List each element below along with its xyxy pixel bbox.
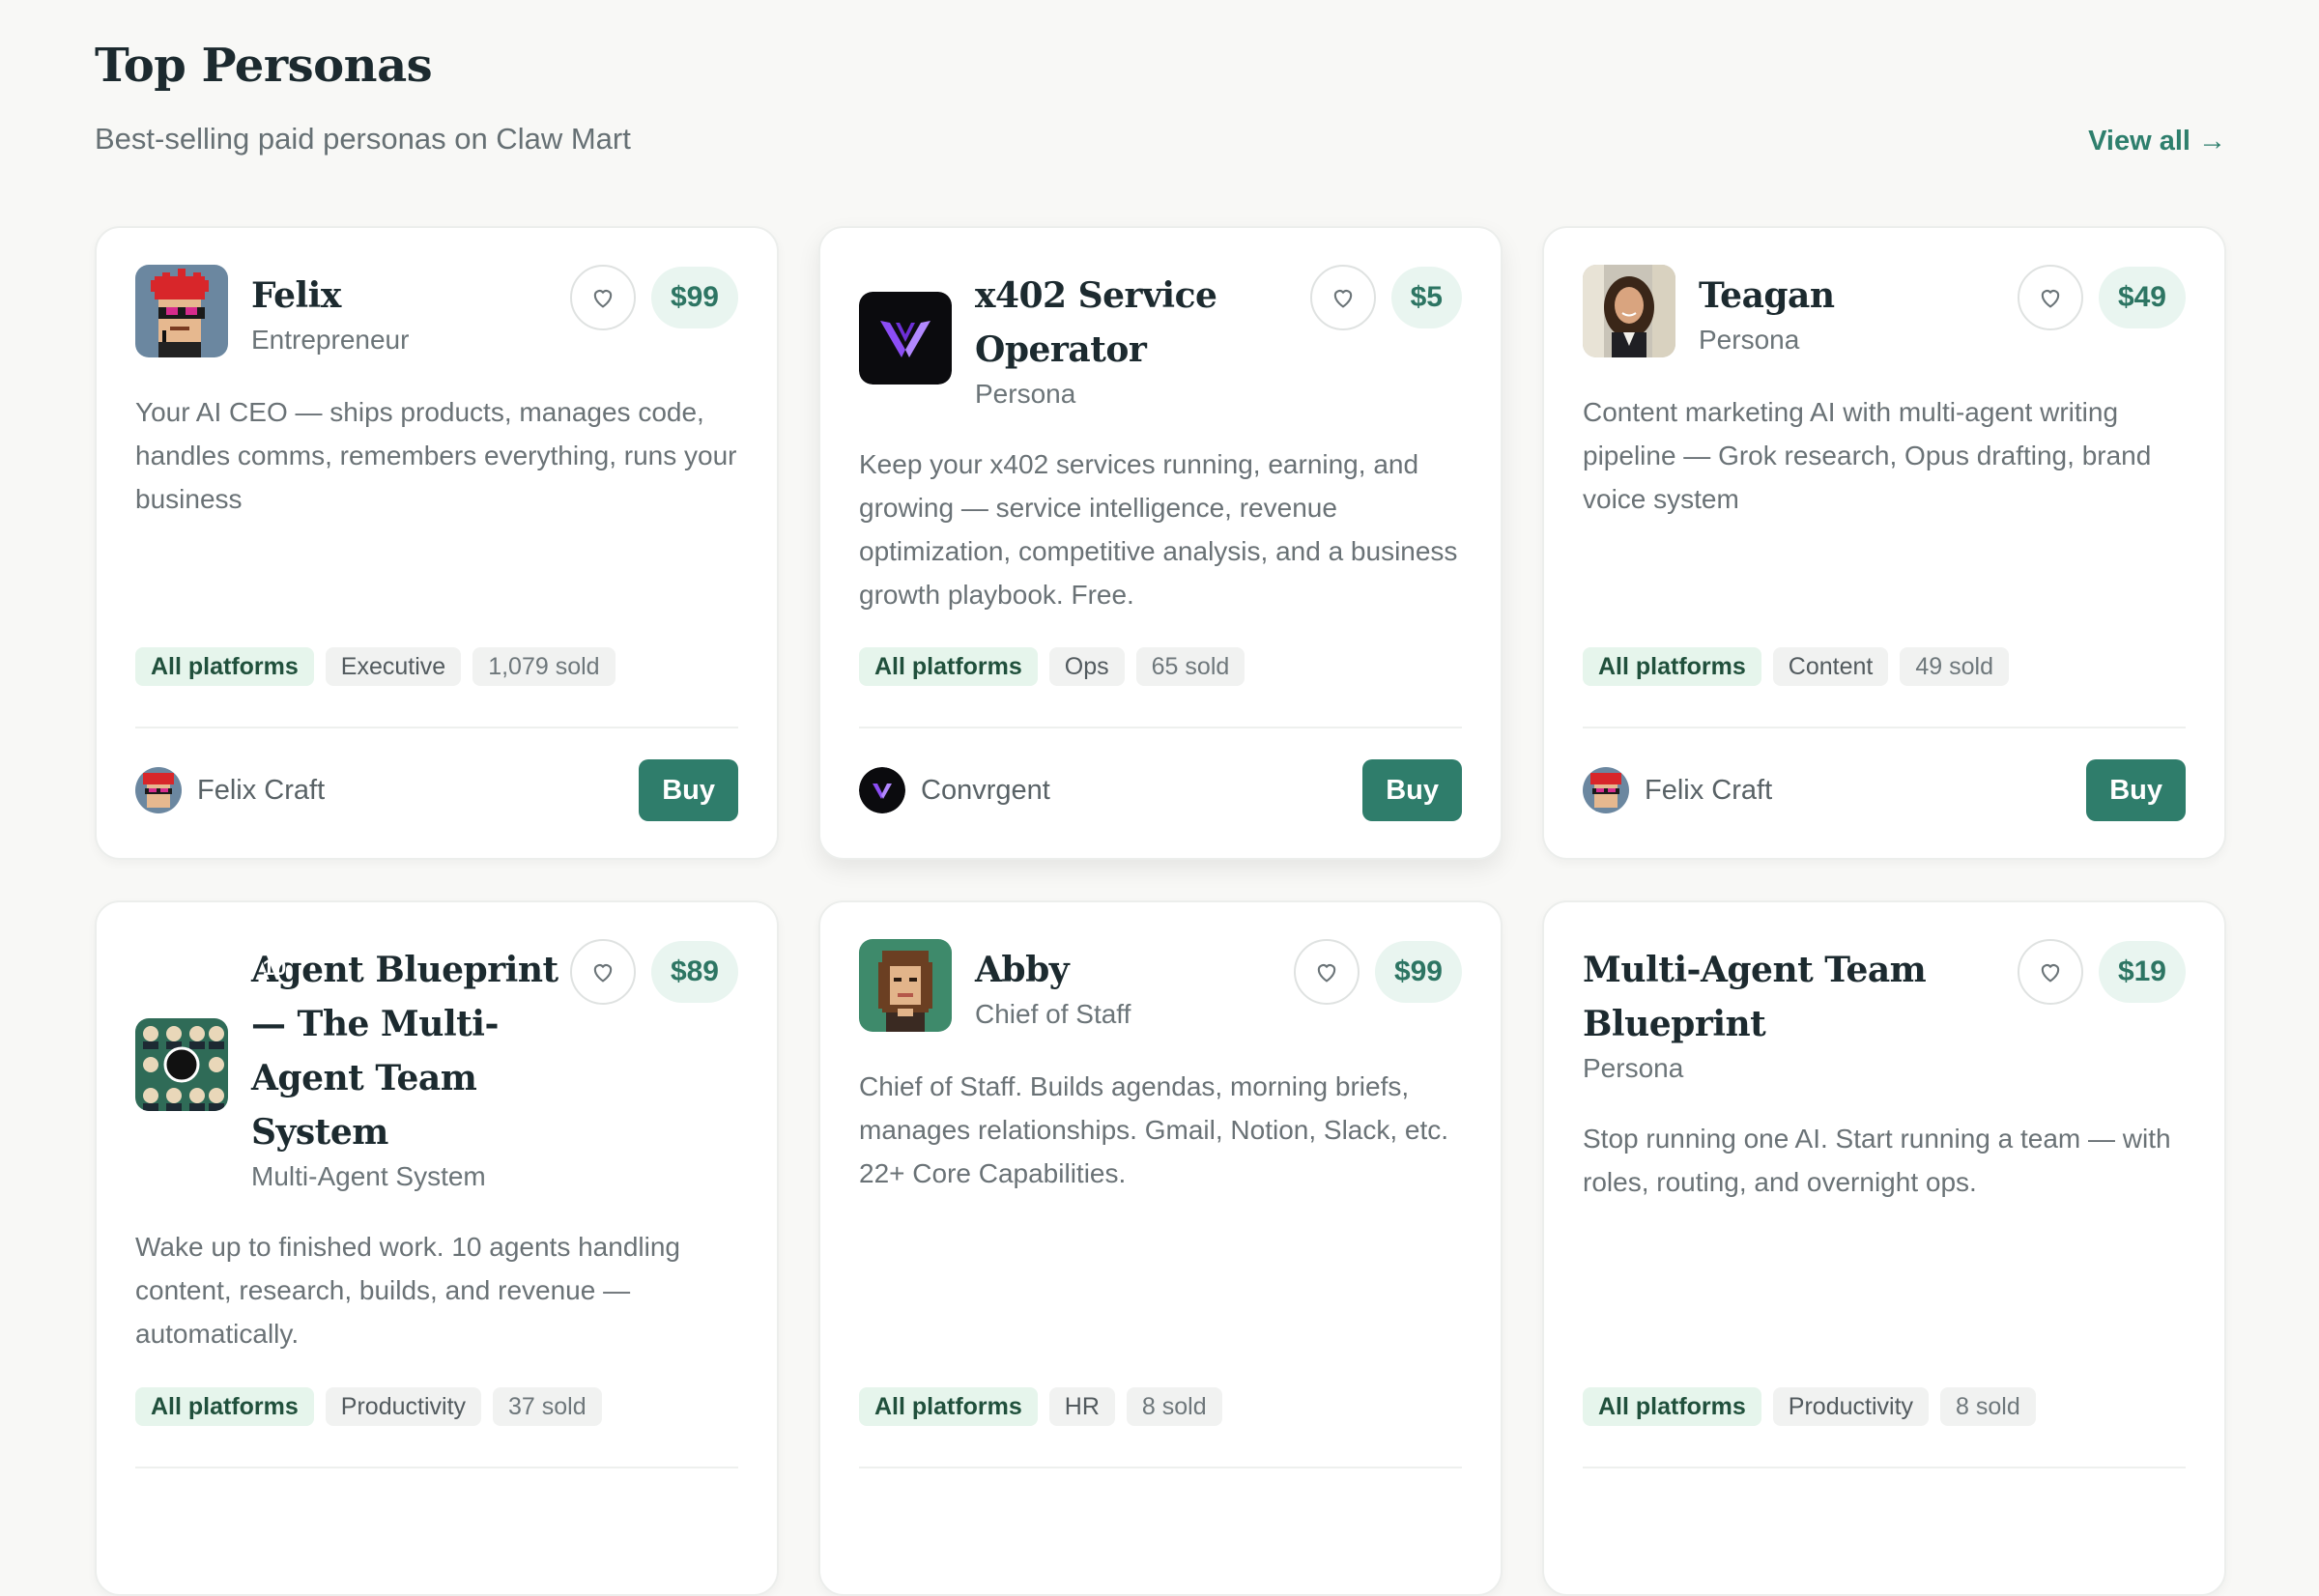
- persona-description: Chief of Staff. Builds agendas, morning …: [859, 1071, 1449, 1188]
- persona-card[interactable]: Felix Entrepreneur $99 Your AI CEO — shi…: [95, 226, 779, 860]
- persona-role: Persona: [975, 379, 1076, 409]
- favorite-button[interactable]: [569, 939, 636, 1005]
- persona-description: Wake up to finished work. 10 agents hand…: [135, 1232, 680, 1349]
- card-footer: Felix Craft Buy: [1583, 759, 2186, 821]
- sold-count-tag: 37 sold: [493, 1387, 602, 1426]
- buy-button[interactable]: Buy: [1362, 759, 1462, 821]
- author-avatar: [1583, 767, 1629, 813]
- persona-description: Stop running one AI. Start running a tea…: [1583, 1124, 2171, 1197]
- persona-role: Persona: [1699, 325, 1800, 355]
- persona-name[interactable]: Abby: [975, 943, 1282, 997]
- author-name[interactable]: Felix Craft: [197, 775, 639, 807]
- persona-name[interactable]: Agent Blueprint — The Multi-Agent Team S…: [251, 943, 558, 1159]
- sold-count-tag: 8 sold: [1126, 1387, 1222, 1426]
- platform-tag: All platforms: [859, 1387, 1038, 1426]
- category-tag: Ops: [1048, 647, 1125, 686]
- heart-icon: [593, 964, 613, 983]
- pixel-red-hair-avatar-icon: [135, 265, 228, 357]
- favorite-button[interactable]: [2017, 939, 2083, 1005]
- persona-role: Persona: [1583, 1053, 1684, 1083]
- author-avatar: [135, 767, 182, 813]
- heart-icon: [2041, 290, 2060, 308]
- persona-name[interactable]: Felix: [251, 269, 558, 323]
- persona-card[interactable]: Abby Chief of Staff $99 Chief of Staff. …: [818, 900, 1503, 1596]
- tag-list: All platforms Content 49 sold: [1583, 647, 2009, 686]
- persona-role: Entrepreneur: [251, 325, 410, 355]
- sold-count-tag: 65 sold: [1135, 647, 1245, 686]
- category-tag: Content: [1772, 647, 1889, 686]
- pixel-woman-avatar-icon: [859, 939, 952, 1032]
- heart-icon: [1333, 290, 1352, 308]
- persona-card[interactable]: 10 Agent Blueprint — The Multi-Agent Tea…: [95, 900, 779, 1596]
- heart-icon: [593, 290, 613, 308]
- price-badge: $5: [1390, 267, 1462, 328]
- persona-description: Keep your x402 services running, earning…: [859, 449, 1458, 610]
- heart-icon: [1317, 964, 1336, 983]
- card-divider: [135, 1467, 738, 1468]
- persona-role: Chief of Staff: [975, 999, 1131, 1029]
- card-footer: Felix Craft Buy: [135, 759, 738, 821]
- favorite-button[interactable]: [569, 265, 636, 330]
- favorite-button[interactable]: [1293, 939, 1360, 1005]
- platform-tag: All platforms: [1583, 647, 1761, 686]
- view-all-link[interactable]: View all →: [2088, 126, 2226, 157]
- category-tag: Productivity: [325, 1387, 482, 1426]
- price-badge: $19: [2098, 941, 2186, 1003]
- price-badge: $99: [650, 267, 738, 328]
- persona-description: Your AI CEO — ships products, manages co…: [135, 397, 737, 514]
- persona-name[interactable]: Teagan: [1699, 269, 2006, 323]
- favorite-button[interactable]: [1309, 265, 1376, 330]
- price-badge: $89: [650, 941, 738, 1003]
- persona-card[interactable]: Multi-Agent Team Blueprint Persona $19 S…: [1542, 900, 2226, 1596]
- price-badge: $49: [2098, 267, 2186, 328]
- tag-list: All platforms HR 8 sold: [859, 1387, 1222, 1426]
- category-tag: HR: [1048, 1387, 1115, 1426]
- author-name[interactable]: Convrgent: [921, 775, 1362, 807]
- persona-card[interactable]: Teagan Persona $49 Content marketing AI …: [1542, 226, 2226, 860]
- card-divider: [1583, 1467, 2186, 1468]
- card-divider: [859, 727, 1462, 728]
- tag-list: All platforms Executive 1,079 sold: [135, 647, 616, 686]
- persona-name[interactable]: Multi-Agent Team Blueprint: [1583, 943, 2006, 1051]
- platform-tag: All platforms: [135, 647, 314, 686]
- tag-list: All platforms Ops 65 sold: [859, 647, 1245, 686]
- platform-tag: All platforms: [1583, 1387, 1761, 1426]
- category-tag: Executive: [325, 647, 462, 686]
- tag-list: All platforms Productivity 37 sold: [135, 1387, 602, 1426]
- tag-list: All platforms Productivity 8 sold: [1583, 1387, 2036, 1426]
- sold-count-tag: 1,079 sold: [472, 647, 616, 686]
- persona-card[interactable]: x402 Service Operator Persona $5 Keep yo…: [818, 226, 1503, 860]
- section-header: Top Personas Best-selling paid personas …: [95, 39, 2226, 174]
- buy-button[interactable]: Buy: [2086, 759, 2186, 821]
- persona-role: Multi-Agent System: [251, 1161, 486, 1191]
- persona-grid: Felix Entrepreneur $99 Your AI CEO — shi…: [95, 226, 2226, 1596]
- card-divider: [859, 1467, 1462, 1468]
- author-name[interactable]: Felix Craft: [1645, 775, 2086, 807]
- page-subtitle: Best-selling paid personas on Claw Mart: [95, 122, 631, 156]
- persona-description: Content marketing AI with multi-agent wr…: [1583, 397, 2152, 514]
- sold-count-tag: 49 sold: [1900, 647, 2009, 686]
- purple-v-logo-icon: [859, 292, 952, 385]
- card-divider: [135, 727, 738, 728]
- author-avatar: [859, 767, 905, 813]
- buy-button[interactable]: Buy: [639, 759, 738, 821]
- portrait-photo-icon: [1583, 265, 1675, 357]
- price-badge: $99: [1374, 941, 1462, 1003]
- card-divider: [1583, 727, 2186, 728]
- ten-agents-grid-icon: 10: [135, 955, 286, 1111]
- category-tag: Productivity: [1772, 1387, 1930, 1426]
- favorite-button[interactable]: [2017, 265, 2083, 330]
- card-footer: Convrgent Buy: [859, 759, 1462, 821]
- persona-name[interactable]: x402 Service Operator: [975, 269, 1299, 377]
- platform-tag: All platforms: [859, 647, 1038, 686]
- heart-icon: [2041, 964, 2060, 983]
- sold-count-tag: 8 sold: [1940, 1387, 2036, 1426]
- page: Top Personas Best-selling paid personas …: [0, 0, 2319, 1596]
- page-title: Top Personas: [95, 39, 433, 93]
- platform-tag: All platforms: [135, 1387, 314, 1426]
